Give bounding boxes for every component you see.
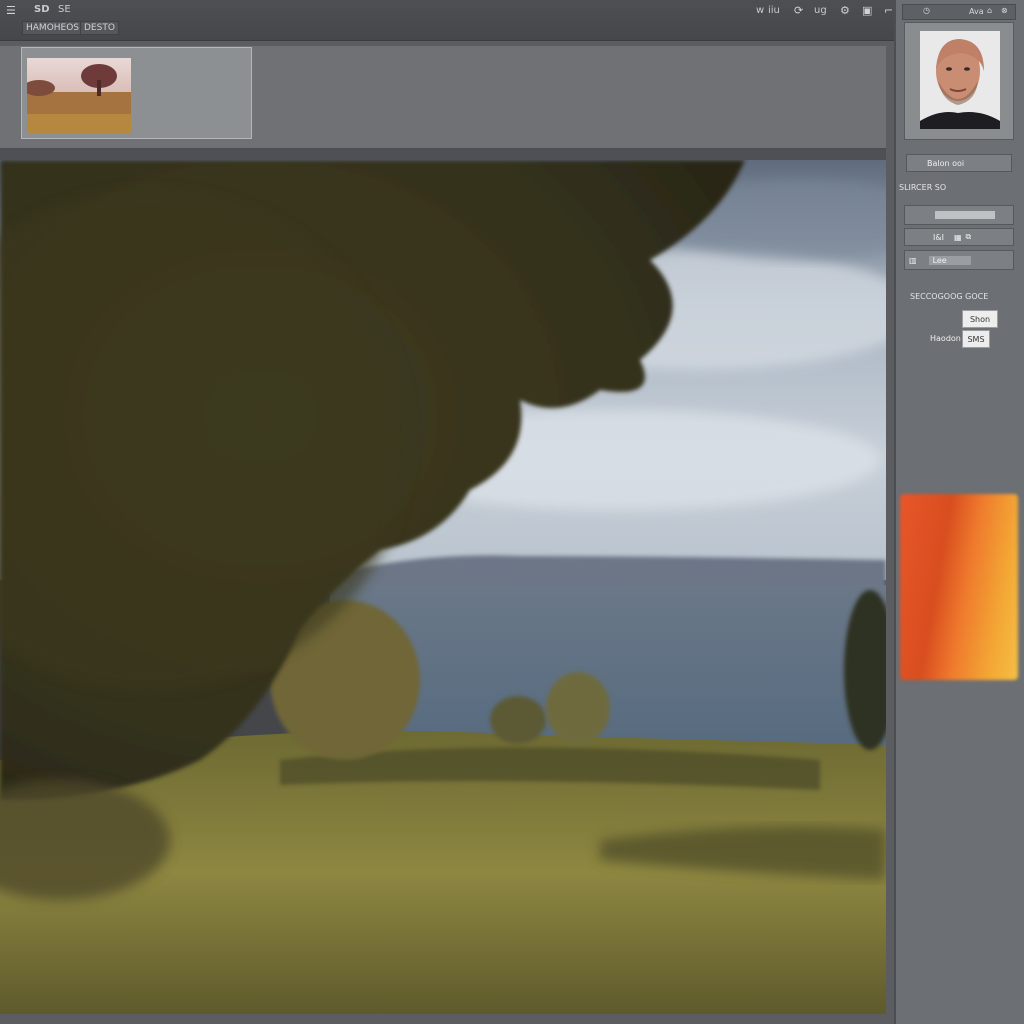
- top-toolbar: ☰ SD SE HAMOHEOS DESTO w iiu ⟳ ug ⚙ ▣ ⌐: [0, 0, 1024, 41]
- haodon-label: Haodon: [930, 334, 961, 343]
- thumbnail-image[interactable]: [27, 58, 131, 134]
- sidebar-row-1[interactable]: [904, 205, 1014, 225]
- balon-button-label: Balon ooi: [927, 158, 965, 168]
- section-label-seccogoog: SECCOGOOG GOCE: [910, 292, 989, 301]
- tab-hamoheos[interactable]: HAMOHEOS: [22, 21, 84, 35]
- row-value: I&I: [933, 232, 944, 242]
- settings-icon[interactable]: ⚙: [840, 4, 850, 17]
- shon-field[interactable]: Shon: [962, 310, 998, 328]
- image-icon[interactable]: ▣: [862, 4, 872, 17]
- main-canvas[interactable]: [0, 150, 886, 1014]
- lock-icon[interactable]: ⌂: [987, 6, 992, 15]
- refresh-icon[interactable]: ⟳: [794, 4, 803, 17]
- slider-track[interactable]: [935, 211, 995, 219]
- toolbar-item-iiu[interactable]: iiu: [768, 5, 780, 16]
- balon-button[interactable]: Balon ooi: [906, 154, 1012, 172]
- sidebar-top-bar: ◷ Ava ⌂ ⊗: [902, 4, 1016, 20]
- sidebar-row-2[interactable]: I&I ▦ ⧉: [904, 228, 1014, 246]
- ruler-icon[interactable]: ⌐: [884, 4, 893, 17]
- grid-icon[interactable]: ▦: [954, 233, 962, 242]
- row-2-value[interactable]: Lee: [928, 255, 971, 265]
- section-label-slircer: SLIRCER SO: [899, 183, 947, 192]
- toolbar-item-ug[interactable]: ug: [814, 5, 827, 16]
- side-top-text: Ava: [969, 7, 984, 16]
- toolbar-item-se[interactable]: SE: [58, 4, 71, 15]
- thumbnail-card[interactable]: [21, 47, 252, 139]
- landscape-image: [0, 160, 886, 1014]
- sms-field[interactable]: SMS: [962, 330, 990, 348]
- sidebar-row-3[interactable]: ▥ Lee: [904, 250, 1014, 270]
- color-swatch[interactable]: [900, 494, 1018, 680]
- layers-icon[interactable]: ⧉: [966, 232, 972, 242]
- menu-icon[interactable]: ☰: [6, 4, 16, 17]
- panel-icon: ▥: [909, 255, 917, 265]
- avatar[interactable]: [904, 22, 1014, 140]
- clock-icon[interactable]: ◷: [923, 6, 930, 15]
- toolbar-item-sd[interactable]: SD: [34, 4, 50, 15]
- tab-desto[interactable]: DESTO: [80, 21, 119, 35]
- toolbar-item-w[interactable]: w: [756, 5, 764, 16]
- close-icon[interactable]: ⊗: [1001, 6, 1008, 15]
- avatar-image: [920, 31, 1000, 129]
